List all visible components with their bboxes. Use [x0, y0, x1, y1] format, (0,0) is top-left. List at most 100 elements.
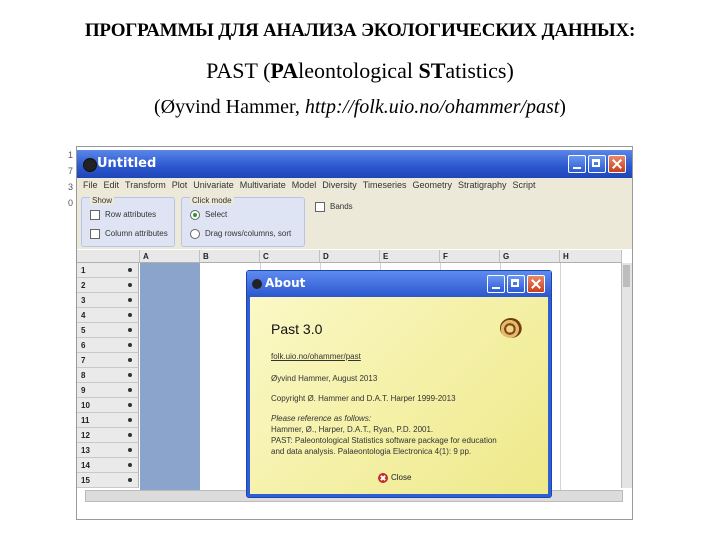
select-option[interactable]: Select: [190, 210, 227, 220]
row-marker-icon: [128, 358, 132, 362]
column-header[interactable]: F: [440, 250, 500, 263]
row-number: 3: [81, 296, 86, 305]
credit-url[interactable]: http://folk.uio.no/ohammer/past: [305, 96, 559, 118]
about-reference-line: Hammer, Ø., Harper, D.A.T., Ryan, P.D. 2…: [271, 425, 434, 434]
row-marker-icon: [128, 433, 132, 437]
close-window-icon[interactable]: [608, 155, 626, 173]
about-author: Øyvind Hammer, August 2013: [271, 374, 378, 383]
row-number: 2: [81, 281, 86, 290]
drag-label: Drag rows/columns, sort: [205, 229, 292, 239]
row-header[interactable]: 8: [77, 368, 139, 383]
row-header[interactable]: 4: [77, 308, 139, 323]
maximize-icon[interactable]: [588, 155, 606, 173]
side-fragment: 3: [68, 182, 74, 192]
row-header[interactable]: 10: [77, 398, 139, 413]
row-number: 9: [81, 386, 86, 395]
row-header[interactable]: 13: [77, 443, 139, 458]
credit-author: (Øyvind Hammer,: [154, 96, 305, 118]
window-title: Untitled: [97, 156, 157, 171]
row-attributes-checkbox[interactable]: [90, 210, 100, 220]
maximize-icon[interactable]: [507, 275, 525, 293]
select-radio[interactable]: [190, 210, 200, 220]
about-copyright: Copyright Ø. Hammer and D.A.T. Harper 19…: [271, 394, 456, 403]
show-group: Show Row attributes Column attributes: [81, 196, 175, 247]
row-header[interactable]: 15: [77, 473, 139, 488]
row-header[interactable]: 11: [77, 413, 139, 428]
menu-transform[interactable]: Transform: [125, 178, 166, 193]
row-marker-icon: [128, 373, 132, 377]
bands-option[interactable]: Bands: [315, 202, 353, 212]
about-link[interactable]: folk.uio.no/ohammer/past: [271, 352, 361, 361]
row-header[interactable]: 6: [77, 338, 139, 353]
row-header[interactable]: 7: [77, 353, 139, 368]
column-header[interactable]: G: [500, 250, 560, 263]
about-reference-line: and data analysis. Palaeontologia Electr…: [271, 447, 472, 456]
minimize-icon[interactable]: [487, 275, 505, 293]
show-label: Show: [90, 196, 115, 205]
row-marker-icon: [128, 388, 132, 392]
menu-script[interactable]: Script: [513, 178, 536, 193]
subtitle-atistics: atistics): [445, 58, 514, 83]
menu-file[interactable]: File: [83, 178, 98, 193]
menu-edit[interactable]: Edit: [104, 178, 120, 193]
column-attributes-checkbox[interactable]: [90, 229, 100, 239]
row-attributes-option[interactable]: Row attributes: [90, 210, 156, 220]
grid-line: [560, 263, 561, 490]
about-reference-heading: Please reference as follows:: [271, 414, 372, 423]
column-header[interactable]: A: [140, 250, 200, 263]
row-header[interactable]: 1: [77, 263, 139, 278]
menu-geometry[interactable]: Geometry: [412, 178, 452, 193]
about-reference-line: PAST: Paleontological Statistics softwar…: [271, 436, 497, 445]
select-label: Select: [205, 210, 228, 220]
row-marker-icon: [128, 283, 132, 287]
row-header[interactable]: 2: [77, 278, 139, 293]
column-header[interactable]: C: [260, 250, 320, 263]
bands-label: Bands: [330, 202, 353, 212]
minimize-icon[interactable]: [568, 155, 586, 173]
row-number: 6: [81, 341, 86, 350]
row-header[interactable]: 5: [77, 323, 139, 338]
menu-timeseries[interactable]: Timeseries: [363, 178, 407, 193]
bands-checkbox[interactable]: [315, 202, 325, 212]
menu-multivariate[interactable]: Multivariate: [240, 178, 286, 193]
click-mode-group: Click mode Select Drag rows/columns, sor…: [181, 196, 305, 247]
row-header[interactable]: 12: [77, 428, 139, 443]
column-attributes-option[interactable]: Column attributes: [90, 229, 168, 239]
close-icon: [378, 473, 388, 483]
about-titlebar[interactable]: About: [247, 271, 551, 297]
row-header[interactable]: 3: [77, 293, 139, 308]
row-number: 4: [81, 311, 86, 320]
about-body: Past 3.0 folk.uio.no/ohammer/past Øyvind…: [250, 297, 548, 494]
subtitle-leontological: leontological: [298, 58, 419, 83]
menu-model[interactable]: Model: [292, 178, 317, 193]
drag-radio[interactable]: [190, 229, 200, 239]
row-marker-icon: [128, 418, 132, 422]
row-number: 15: [81, 476, 90, 485]
row-number: 5: [81, 326, 86, 335]
row-number: 14: [81, 461, 90, 470]
row-number: 13: [81, 446, 90, 455]
close-dialog-icon[interactable]: [527, 275, 545, 293]
drag-option[interactable]: Drag rows/columns, sort: [190, 229, 291, 239]
menu-diversity[interactable]: Diversity: [322, 178, 357, 193]
menu-stratigraphy[interactable]: Stratigraphy: [458, 178, 507, 193]
vertical-scrollbar[interactable]: [621, 263, 632, 488]
about-close-button[interactable]: Close: [378, 473, 411, 483]
side-fragment: 1: [68, 150, 74, 160]
row-marker-icon: [128, 298, 132, 302]
column-header[interactable]: B: [200, 250, 260, 263]
column-header[interactable]: E: [380, 250, 440, 263]
row-header[interactable]: 9: [77, 383, 139, 398]
row-marker-icon: [128, 328, 132, 332]
credit-close: ): [559, 96, 566, 118]
row-marker-icon: [128, 463, 132, 467]
row-marker-icon: [128, 268, 132, 272]
window-titlebar[interactable]: Untitled: [77, 150, 632, 178]
column-header[interactable]: H: [560, 250, 622, 263]
selected-column-a[interactable]: [140, 263, 200, 490]
column-header[interactable]: D: [320, 250, 380, 263]
row-header[interactable]: 14: [77, 458, 139, 473]
menu-univariate[interactable]: Univariate: [193, 178, 234, 193]
scroll-thumb[interactable]: [623, 265, 630, 287]
menu-plot[interactable]: Plot: [172, 178, 188, 193]
